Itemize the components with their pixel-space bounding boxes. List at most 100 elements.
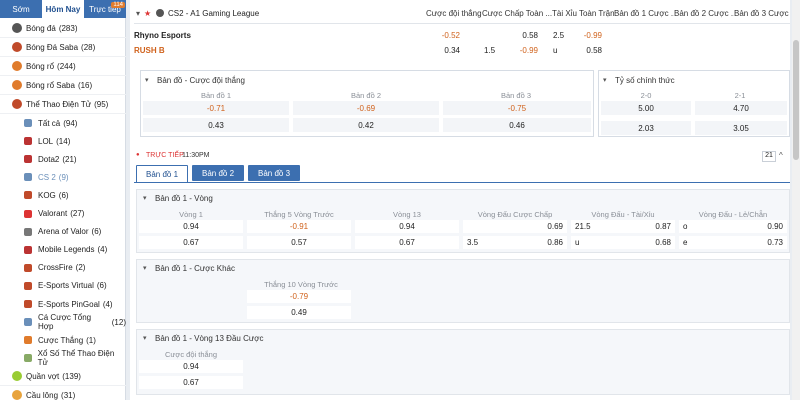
- other-bets-section: ▾ Bản đồ 1 - Cược Khác Thắng 10 Vòng Trư…: [136, 259, 790, 323]
- sidebar-esport-10-label: E-Sports PinGoal: [38, 299, 100, 309]
- under-odds[interactable]: 0.58: [566, 46, 602, 55]
- sidebar-esport-2[interactable]: Dota2 (21): [0, 150, 126, 168]
- round-handicap-home[interactable]: 0.69: [463, 220, 567, 233]
- sidebar-esport-9[interactable]: E-Sports Virtual (6): [0, 277, 126, 295]
- sidebar-esport-7-count: (4): [97, 245, 108, 255]
- sidebar-esport-4[interactable]: KOG (6): [0, 186, 126, 204]
- sidebar-sport-4[interactable]: Thể Thao Điện Tử (95): [0, 95, 126, 114]
- round-oe-home[interactable]: o 0.90: [679, 220, 787, 233]
- sidebar-esport-11-count: (12): [111, 317, 126, 327]
- score-2-1-home[interactable]: 4.70: [695, 101, 787, 115]
- sidebar-esport-0-count: (94): [63, 118, 78, 128]
- sidebar-esport-3[interactable]: CS 2 (9): [0, 168, 126, 186]
- sidebar-esport-10[interactable]: E-Sports PinGoal (4): [0, 295, 126, 313]
- other-bets-title: Bản đồ 1 - Cược Khác: [155, 264, 235, 273]
- collapse-icon[interactable]: ▾: [143, 334, 147, 342]
- sidebar-esport-0[interactable]: Tất cả (94): [0, 114, 126, 132]
- win5-away[interactable]: 0.57: [247, 236, 351, 249]
- sidebar-esport-8[interactable]: CrossFire (2): [0, 259, 126, 277]
- tab-early[interactable]: Sớm: [0, 0, 42, 18]
- collapse-icon[interactable]: ▾: [603, 76, 607, 84]
- sidebar-sport-3[interactable]: Bóng rổ Saba (16): [0, 76, 126, 95]
- scroll-thumb[interactable]: [793, 40, 799, 160]
- handicap-home[interactable]: 0.58: [502, 31, 538, 40]
- sidebar-esport-5-label: Valorant: [38, 209, 68, 218]
- collapse-icon[interactable]: ▾: [145, 76, 149, 84]
- map2-winner-away[interactable]: 0.42: [293, 118, 439, 132]
- scrollbar[interactable]: [792, 0, 800, 400]
- round-oe-away[interactable]: e 0.73: [679, 236, 787, 249]
- win10-away[interactable]: 0.49: [247, 306, 351, 319]
- market-count[interactable]: 21: [762, 151, 776, 162]
- sidebar-esport-12-label: Cược Thắng: [38, 335, 84, 345]
- sidebar-sport-0[interactable]: Bóng đá (283): [0, 19, 126, 38]
- round-handicap-away[interactable]: 3.5 0.86: [463, 236, 567, 249]
- map3-winner-away[interactable]: 0.46: [443, 118, 591, 132]
- sidebar-sport-1[interactable]: Bóng Đá Saba (28): [0, 38, 126, 57]
- sidebar-esport-2-icon: [24, 155, 32, 164]
- favorite-star-icon[interactable]: ★: [144, 9, 151, 18]
- score-2-0-away[interactable]: 2.03: [601, 121, 691, 135]
- round13-home[interactable]: 0.94: [355, 220, 459, 233]
- live-bar: ● TRỰC TIẾP 11:30PM 21 ^: [134, 151, 790, 163]
- sidebar-esport-11-icon: [24, 318, 32, 327]
- moneyline-away[interactable]: 0.34: [422, 46, 460, 55]
- round13-bet-away[interactable]: 0.67: [139, 376, 243, 389]
- col-header-map1: Bản đồ 1 Cược ...: [614, 9, 674, 18]
- round1-away[interactable]: 0.67: [139, 236, 243, 249]
- over-odds[interactable]: -0.99: [566, 31, 602, 40]
- win10-home[interactable]: -0.79: [247, 290, 351, 303]
- round1-home[interactable]: 0.94: [139, 220, 243, 233]
- round-ou-away[interactable]: u 0.68: [571, 236, 675, 249]
- team-away-name: RUSH B: [134, 46, 165, 55]
- tab-today[interactable]: Hôm Nay: [42, 0, 84, 18]
- collapse-icon[interactable]: ▾: [143, 264, 147, 272]
- rounds-header-6: Vòng Đấu - Lẻ/Chẵn: [698, 210, 768, 219]
- sidebar-esport-5[interactable]: Valorant (27): [0, 205, 126, 223]
- sidebar-esport-1-count: (14): [56, 136, 71, 146]
- round13-bet-home[interactable]: 0.94: [139, 360, 243, 373]
- score-2-0-home[interactable]: 5.00: [601, 101, 691, 115]
- win5-home[interactable]: -0.91: [247, 220, 351, 233]
- round-oe-odd-line: o: [683, 222, 688, 231]
- sidebar-sport-3-icon: [12, 80, 22, 90]
- rounds-section-title: Bản đồ 1 - Vòng: [155, 194, 213, 203]
- collapse-icon[interactable]: ▾: [143, 194, 147, 202]
- round13-away[interactable]: 0.67: [355, 236, 459, 249]
- round-oe-even-line: e: [683, 238, 688, 247]
- map-tab-2[interactable]: Bản đồ 2: [192, 165, 244, 181]
- sidebar-esport-12[interactable]: Cược Thắng (1): [0, 331, 126, 349]
- map1-winner-home[interactable]: -0.71: [143, 101, 289, 115]
- collapse-up-icon[interactable]: ^: [779, 151, 783, 160]
- moneyline-home[interactable]: -0.52: [422, 31, 460, 40]
- map1-winner-away[interactable]: 0.43: [143, 118, 289, 132]
- live-dot-icon: ●: [136, 152, 140, 158]
- round-handicap-away-odds: 0.86: [547, 238, 563, 247]
- sidebar-esport-7[interactable]: Mobile Legends (4): [0, 241, 126, 259]
- sidebar-esport-6[interactable]: Arena of Valor (6): [0, 223, 126, 241]
- map-tab-3[interactable]: Bản đồ 3: [248, 165, 300, 181]
- map3-winner-home[interactable]: -0.75: [443, 101, 591, 115]
- sidebar-esport-11[interactable]: Cá Cược Tổng Hợp (12): [0, 313, 126, 331]
- correct-score-panel: ▾ Tỷ số chính thức 2-0 2-1 5.00 4.70 2.0…: [598, 70, 790, 137]
- sidebar-esport-1[interactable]: LOL (14): [0, 132, 126, 150]
- round-ou-home[interactable]: 21.5 0.87: [571, 220, 675, 233]
- score-2-1-away[interactable]: 3.05: [695, 121, 787, 135]
- sidebar-sport-0-icon: [12, 23, 22, 33]
- round-ou-under: 0.68: [655, 238, 671, 247]
- sidebar-esport-13[interactable]: Xổ Số Thể Thao Điện Tử: [0, 349, 126, 367]
- map-tab-1[interactable]: Bản đồ 1: [136, 165, 188, 183]
- sidebar-sport-bottom-0[interactable]: Quần vợt (139): [0, 367, 126, 387]
- round-handicap-away-line: 3.5: [467, 238, 479, 247]
- sidebar-esport-3-count: (9): [58, 172, 69, 182]
- tab-live[interactable]: Trực tiếp 114: [84, 0, 126, 18]
- sidebar-esport-12-count: (1): [86, 335, 96, 345]
- handicap-away[interactable]: -0.99: [502, 46, 538, 55]
- map2-winner-home[interactable]: -0.69: [293, 101, 439, 115]
- collapse-icon[interactable]: ▾: [136, 9, 140, 18]
- sidebar-sport-2[interactable]: Bóng rổ (244): [0, 57, 126, 76]
- sidebar-sport-bottom-1[interactable]: Cầu lông (31): [0, 386, 126, 400]
- sidebar: Sớm Hôm Nay Trực tiếp 114 Bóng đá (283) Bón…: [0, 0, 126, 400]
- sidebar-esport-6-icon: [24, 227, 32, 236]
- sidebar-esport-3-icon: [24, 173, 32, 182]
